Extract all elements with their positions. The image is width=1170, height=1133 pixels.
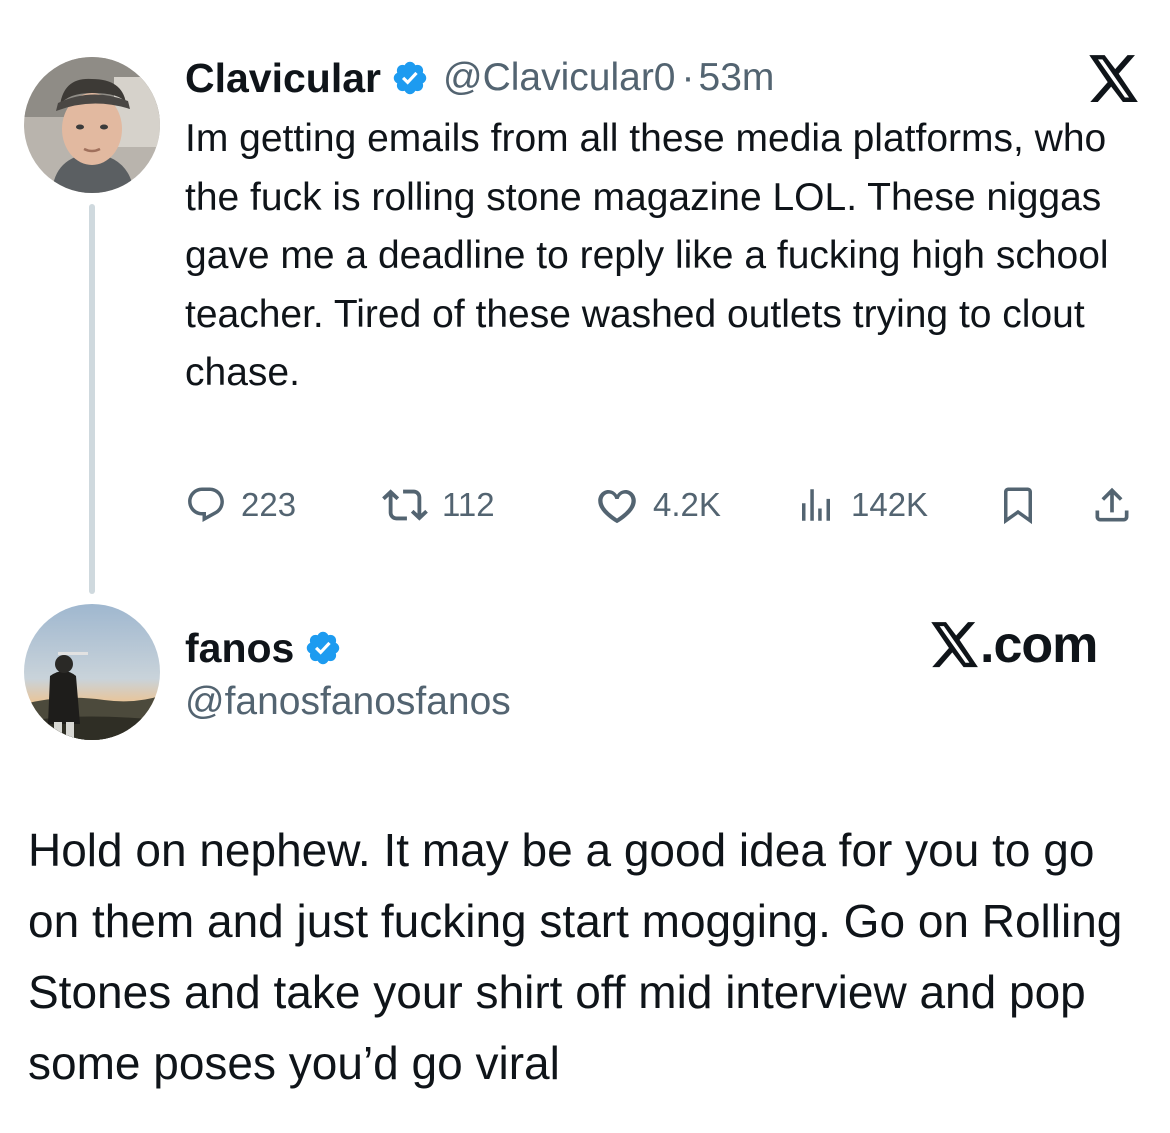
- views-count: 142K: [851, 486, 929, 523]
- views-icon: [802, 489, 830, 521]
- author-handle[interactable]: @Clavicular0: [443, 56, 676, 100]
- like-button[interactable]: 4.2K: [595, 480, 721, 530]
- separator-dot: ·: [681, 56, 695, 99]
- reply-header: fanos: [185, 624, 342, 672]
- reply-author-name[interactable]: fanos: [185, 625, 294, 672]
- x-logo-icon: [931, 622, 978, 668]
- share-button[interactable]: [1090, 480, 1134, 530]
- verified-badge-icon: [391, 59, 429, 97]
- avatar-photo: [24, 57, 160, 193]
- repost-button[interactable]: 112: [382, 480, 495, 530]
- tweet-action-bar: 223 112 4.2K 142K: [185, 480, 1140, 530]
- author-name[interactable]: Clavicular: [185, 55, 381, 102]
- x-com-label[interactable]: .com: [930, 615, 1098, 675]
- reply-icon: [188, 487, 224, 522]
- repost-count: 112: [442, 486, 495, 523]
- reply-button[interactable]: 223: [185, 480, 296, 530]
- views-button[interactable]: 142K: [795, 480, 928, 530]
- avatar-photo: [24, 604, 160, 740]
- tweet-text: Im getting emails from all these media p…: [185, 117, 1109, 394]
- avatar-fanos[interactable]: [24, 604, 160, 740]
- reply-text: Hold on nephew. It may be a good idea fo…: [28, 824, 1123, 1089]
- thread-connector-line: [89, 204, 95, 594]
- verified-badge-icon: [304, 629, 342, 667]
- reply-count: 223: [241, 486, 297, 523]
- tweet-header: Clavicular @Clavicular0 · 53m: [185, 54, 774, 102]
- x-com-text: .com: [980, 616, 1098, 674]
- bookmark-button[interactable]: [997, 480, 1039, 530]
- like-count: 4.2K: [653, 486, 721, 523]
- timestamp[interactable]: 53m: [699, 56, 775, 100]
- repost-icon: [382, 489, 428, 521]
- share-icon: [1095, 487, 1129, 522]
- like-icon: [598, 489, 636, 524]
- reply-author-handle[interactable]: @fanosfanosfanos: [185, 680, 511, 724]
- x-logo-icon[interactable]: [1088, 55, 1140, 108]
- bookmark-icon: [1004, 487, 1032, 525]
- avatar-clavicular[interactable]: [24, 57, 160, 193]
- reply-handle-row: @fanosfanosfanos: [185, 678, 511, 726]
